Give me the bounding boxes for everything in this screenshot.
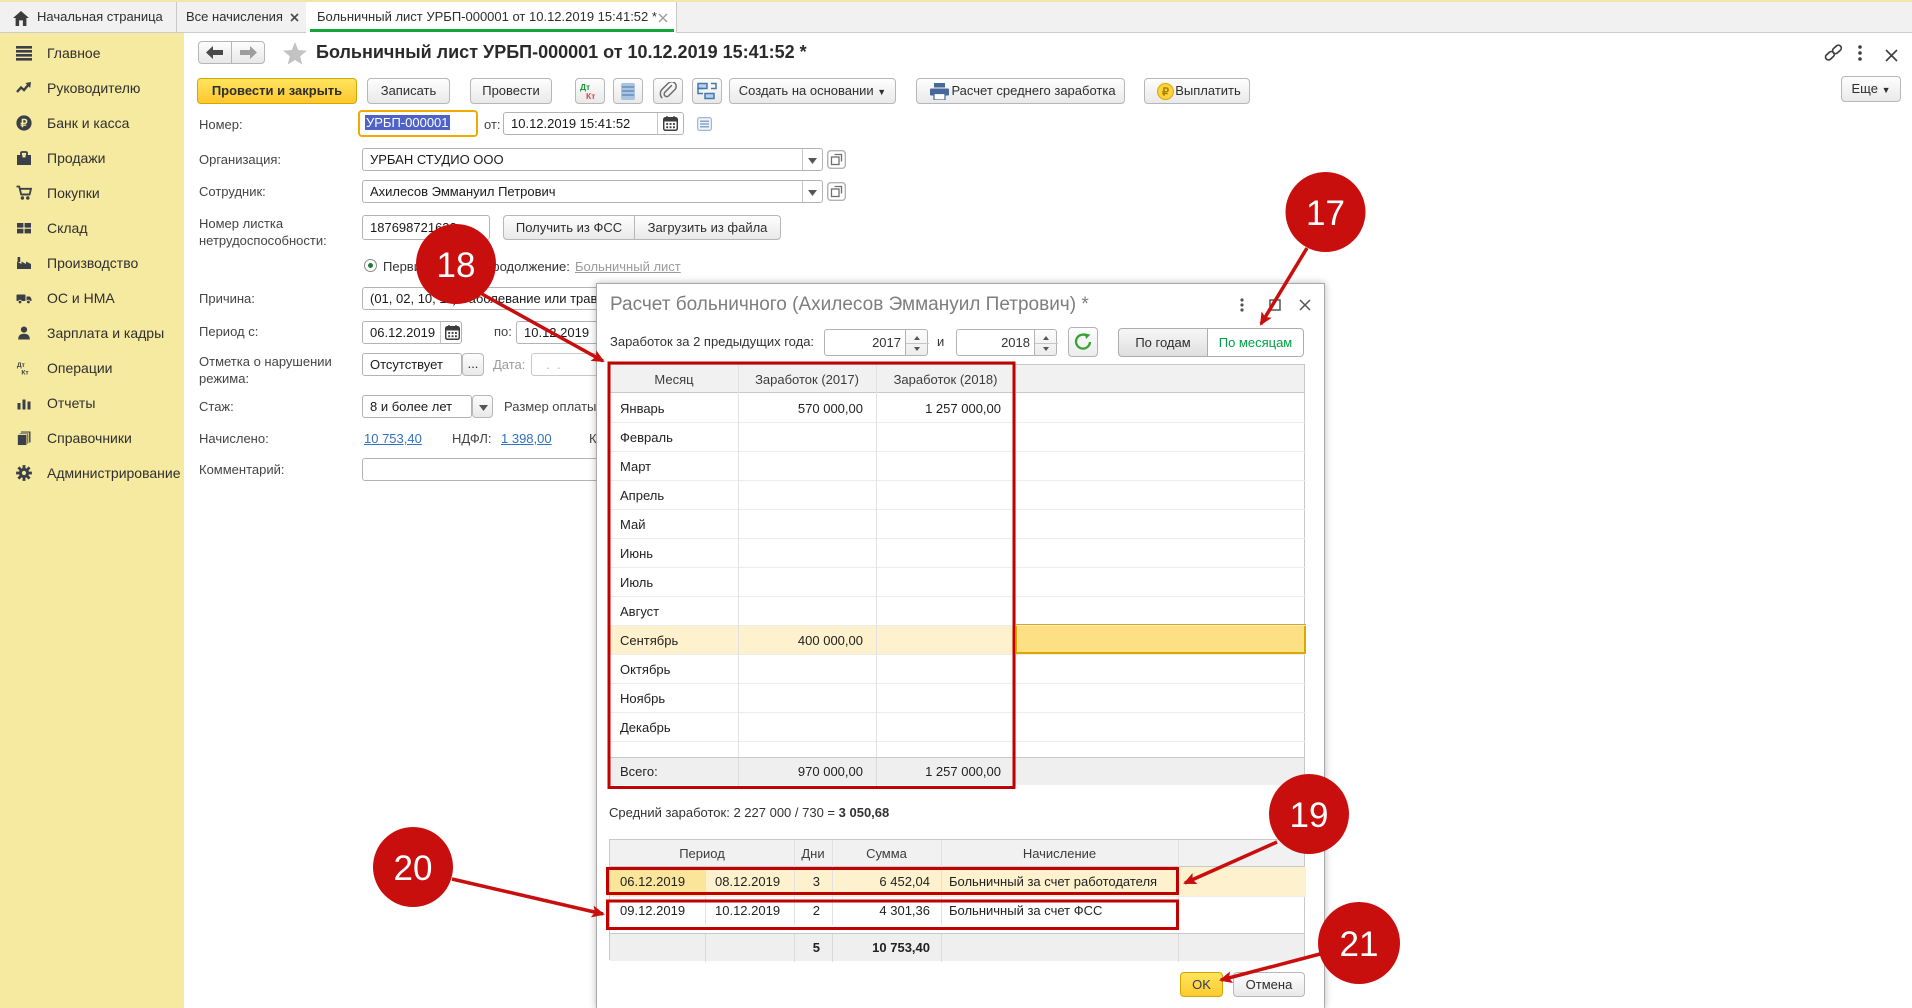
svg-text:Кт: Кт bbox=[21, 369, 29, 375]
svg-text:Кт: Кт bbox=[586, 91, 595, 100]
svg-text:₽: ₽ bbox=[1162, 87, 1169, 99]
svg-text:₽: ₽ bbox=[21, 118, 28, 130]
svg-text:Дт: Дт bbox=[17, 362, 26, 369]
